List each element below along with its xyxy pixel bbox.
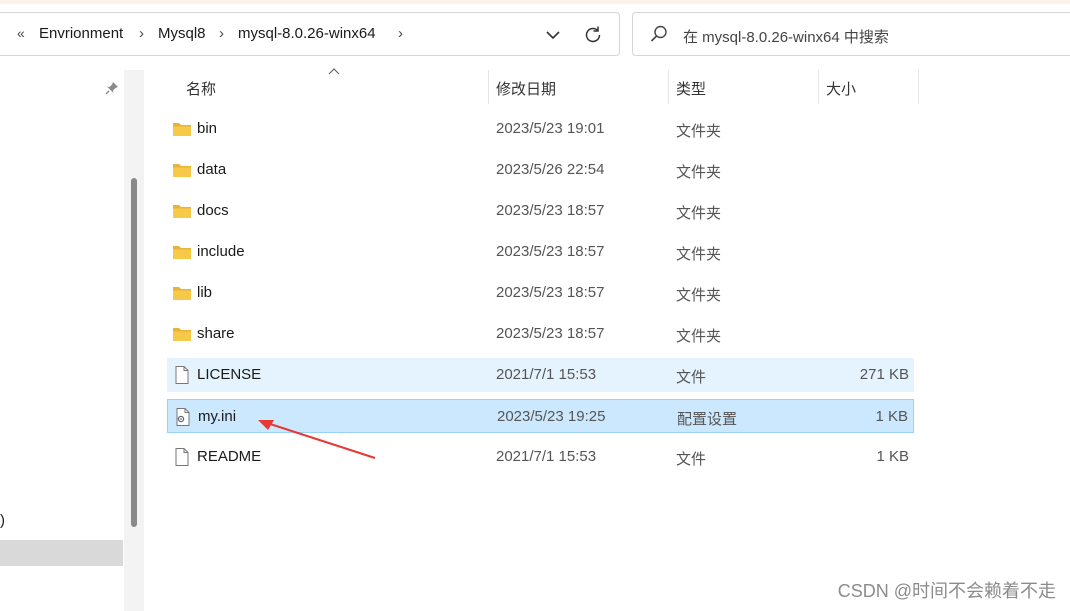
column-header-name-label: 名称 <box>186 81 217 98</box>
folder-icon <box>173 246 191 259</box>
breadcrumb-envrionment[interactable]: Envrionment <box>39 25 123 42</box>
column-header-type[interactable]: 类型 <box>669 70 818 104</box>
file-name: bin <box>197 120 218 137</box>
file-size: 271 KB <box>859 366 909 383</box>
file-icon <box>175 366 189 384</box>
title-strip <box>0 0 1070 4</box>
file-type: 文件 <box>676 451 707 468</box>
file-type: 文件夹 <box>676 287 722 304</box>
pin-icon[interactable] <box>104 80 120 96</box>
breadcrumb-mysql-folder[interactable]: mysql-8.0.26-winx64 <box>238 25 376 42</box>
column-header-name[interactable]: 名称 <box>167 70 488 104</box>
chevron-right-icon[interactable]: › <box>398 25 403 42</box>
file-row-bin[interactable]: bin 2023/5/23 19:01 文件夹 <box>167 112 914 146</box>
chevron-right-icon[interactable]: › <box>139 25 144 42</box>
folder-icon <box>173 328 191 341</box>
folder-icon <box>173 123 191 136</box>
column-header-type-label: 类型 <box>676 81 707 98</box>
file-name: LICENSE <box>197 366 262 383</box>
navigation-pane[interactable] <box>0 70 124 611</box>
file-size: 1 KB <box>876 448 909 465</box>
refresh-icon[interactable] <box>581 23 605 47</box>
file-date: 2023/5/23 19:25 <box>497 408 606 425</box>
file-date: 2023/5/23 18:57 <box>496 243 605 260</box>
file-type: 文件夹 <box>676 205 722 222</box>
annotation-arrow-icon <box>258 420 376 459</box>
column-header-size-label: 大小 <box>826 81 857 98</box>
file-name: lib <box>197 284 213 301</box>
file-date: 2023/5/23 18:57 <box>496 284 605 301</box>
file-type: 文件夹 <box>676 328 722 345</box>
nav-item-selected[interactable] <box>0 540 123 566</box>
file-row-lib[interactable]: lib 2023/5/23 18:57 文件夹 <box>167 276 914 310</box>
nav-item-partial-label[interactable]: ) <box>0 512 5 529</box>
column-header-date-label: 修改日期 <box>496 81 557 98</box>
file-row-license[interactable]: LICENSE 2021/7/1 15:53 文件 271 KB <box>167 358 914 392</box>
search-placeholder: 在 mysql-8.0.26-winx64 中搜索 <box>683 29 889 46</box>
file-size: 1 KB <box>875 408 908 425</box>
file-name: docs <box>197 202 229 219</box>
file-name: share <box>197 325 235 342</box>
config-file-icon <box>176 408 190 426</box>
file-type: 文件夹 <box>676 164 722 181</box>
file-type: 文件夹 <box>676 123 722 140</box>
chevron-down-icon[interactable] <box>541 23 565 47</box>
column-header-size[interactable]: 大小 <box>819 70 918 104</box>
folder-icon <box>173 205 191 218</box>
file-date: 2021/7/1 15:53 <box>496 366 597 383</box>
folder-icon <box>173 287 191 300</box>
file-icon <box>175 448 189 466</box>
search-input[interactable]: 在 mysql-8.0.26-winx64 中搜索 <box>632 12 1070 56</box>
chevron-right-icon[interactable]: › <box>219 25 224 42</box>
file-type: 配置设置 <box>677 411 738 428</box>
file-name: include <box>197 243 245 260</box>
file-row-data[interactable]: data 2023/5/26 22:54 文件夹 <box>167 153 914 187</box>
column-divider[interactable] <box>918 70 919 104</box>
file-date: 2023/5/23 19:01 <box>496 120 605 137</box>
breadcrumb-mysql8[interactable]: Mysql8 <box>158 25 206 42</box>
file-name: my.ini <box>198 408 237 425</box>
file-date: 2021/7/1 15:53 <box>496 448 597 465</box>
file-row-share[interactable]: share 2023/5/23 18:57 文件夹 <box>167 317 914 351</box>
breadcrumb-overflow-button[interactable]: « <box>17 25 25 41</box>
file-type: 文件夹 <box>676 246 722 263</box>
address-bar[interactable]: « Envrionment › Mysql8 › mysql-8.0.26-wi… <box>0 12 620 56</box>
file-date: 2023/5/26 22:54 <box>496 161 605 178</box>
nav-scrollbar-thumb[interactable] <box>131 178 137 527</box>
file-date: 2023/5/23 18:57 <box>496 202 605 219</box>
column-header-date[interactable]: 修改日期 <box>489 70 668 104</box>
file-row-include[interactable]: include 2023/5/23 18:57 文件夹 <box>167 235 914 269</box>
file-date: 2023/5/23 18:57 <box>496 325 605 342</box>
file-type: 文件 <box>676 369 707 386</box>
watermark: CSDN @时间不会赖着不走 <box>837 581 1056 601</box>
search-icon <box>650 25 667 42</box>
folder-icon <box>173 164 191 177</box>
file-name: data <box>197 161 227 178</box>
file-row-docs[interactable]: docs 2023/5/23 18:57 文件夹 <box>167 194 914 228</box>
